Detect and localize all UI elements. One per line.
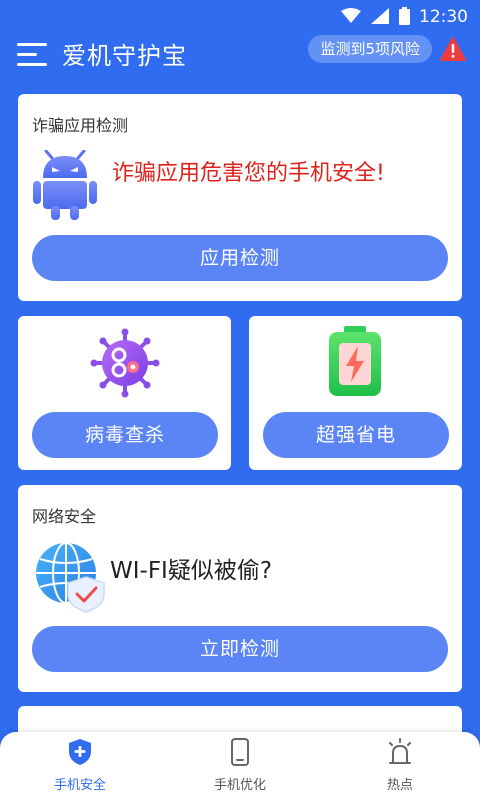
network-security-card: 网络安全 WI-FI疑似被偷? 立即检测 [18, 485, 462, 692]
nav-label-phone-security: 手机安全 [53, 778, 106, 793]
alarm-light-icon [389, 738, 411, 764]
warning-icon[interactable] [440, 37, 466, 61]
network-scan-button[interactable]: 立即检测 [32, 626, 448, 672]
fraud-warning-text: 诈骗应用危害您的手机安全! [112, 161, 385, 186]
android-bot-icon [33, 150, 97, 220]
app-scan-button[interactable]: 应用检测 [32, 235, 448, 281]
power-saving-card: 超强省电 [249, 316, 462, 470]
nav-label-hotspot: 热点 [386, 778, 413, 793]
virus-icon [90, 328, 160, 398]
fraud-card-title: 诈骗应用检测 [32, 116, 129, 135]
status-icons [341, 7, 410, 25]
risk-badge[interactable]: 监测到5项风险 [308, 35, 432, 63]
status-time: 12:30 [419, 7, 468, 27]
app-title: 爱机守护宝 [62, 42, 187, 70]
app-header: 爱机守护宝 监测到5项风险 [0, 34, 480, 90]
virus-kill-card: 病毒查杀 [18, 316, 231, 470]
battery-charge-icon [329, 326, 381, 396]
wifi-signal-icon [341, 8, 361, 23]
globe-shield-icon [36, 542, 105, 613]
nav-item-hotspot[interactable]: 热点 [340, 738, 460, 793]
virus-kill-button[interactable]: 病毒查杀 [32, 412, 218, 458]
status-bar: 12:30 [0, 0, 480, 34]
fraud-detection-card: 诈骗应用检测 诈骗应用危害您的手机安全! 应用检测 [18, 94, 462, 301]
bottom-nav: 手机安全 手机优化 热点 [0, 732, 480, 800]
menu-icon[interactable] [17, 40, 47, 68]
power-saving-button[interactable]: 超强省电 [263, 412, 449, 458]
battery-icon [399, 7, 410, 25]
network-card-title: 网络安全 [32, 507, 97, 526]
shield-plus-icon [69, 739, 91, 765]
nav-item-phone-security[interactable]: 手机安全 [20, 738, 140, 793]
nav-label-phone-optimize: 手机优化 [213, 778, 266, 793]
wifi-warning-text: WI-FI疑似被偷? [110, 558, 273, 584]
phone-icon [231, 738, 249, 766]
nav-item-phone-optimize[interactable]: 手机优化 [180, 738, 300, 793]
cell-signal-icon [371, 8, 389, 24]
